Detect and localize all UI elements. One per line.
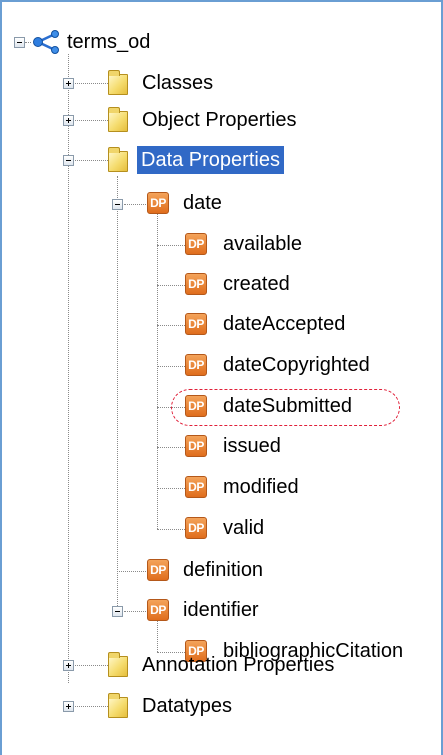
tree-item-object-properties[interactable]: Object Properties: [138, 106, 301, 134]
folder-icon: [108, 107, 128, 132]
tree-item-definition[interactable]: definition: [179, 556, 267, 584]
folder-icon: [108, 652, 128, 677]
tree-connector: [157, 620, 158, 652]
collapse-toggle[interactable]: [63, 155, 74, 166]
tree-connector: [124, 204, 146, 205]
tree-item-classes[interactable]: Classes: [138, 69, 217, 97]
data-property-icon: DP: [185, 395, 207, 417]
tree-item-datatypes[interactable]: Datatypes: [138, 692, 236, 720]
tree-connector: [117, 571, 146, 572]
tree-connector: [157, 285, 185, 286]
tree-item-modified[interactable]: modified: [219, 473, 303, 501]
data-property-icon: DP: [185, 476, 207, 498]
tree-item-date[interactable]: date: [179, 189, 226, 217]
tree-root-label[interactable]: terms_od: [63, 28, 154, 56]
ontology-tree-panel: terms_od Classes Object Properties Data …: [0, 0, 443, 755]
tree-connector: [75, 120, 108, 121]
tree-item-datecopyrighted[interactable]: dateCopyrighted: [219, 351, 374, 379]
tree-item-dateaccepted[interactable]: dateAccepted: [219, 310, 349, 338]
tree-item-identifier[interactable]: identifier: [179, 596, 263, 624]
data-property-icon: DP: [147, 559, 169, 581]
tree-connector: [75, 706, 108, 707]
tree-connector: [68, 54, 69, 683]
tree-connector: [157, 529, 185, 530]
expand-toggle[interactable]: [63, 115, 74, 126]
tree-connector: [75, 160, 108, 161]
collapse-toggle[interactable]: [112, 606, 123, 617]
data-property-icon: DP: [185, 354, 207, 376]
data-property-icon: DP: [185, 313, 207, 335]
data-property-icon: DP: [185, 273, 207, 295]
data-property-icon: DP: [147, 599, 169, 621]
folder-icon: [108, 147, 128, 172]
tree-connector: [157, 212, 158, 529]
tree-connector: [157, 245, 185, 246]
tree-connector: [117, 176, 118, 608]
tree-connector: [75, 83, 108, 84]
ontology-icon: [33, 30, 59, 54]
folder-icon: [108, 70, 128, 95]
tree-item-available[interactable]: available: [219, 230, 306, 258]
tree-connector: [157, 447, 185, 448]
data-property-icon: DP: [185, 517, 207, 539]
expand-toggle[interactable]: [63, 701, 74, 712]
data-property-icon: DP: [185, 233, 207, 255]
tree-connector: [124, 611, 146, 612]
tree-item-valid[interactable]: valid: [219, 514, 268, 542]
tree-connector: [75, 665, 108, 666]
tree-connector: [157, 488, 185, 489]
tree-connector: [25, 42, 31, 43]
folder-icon: [108, 693, 128, 718]
data-property-icon: DP: [147, 192, 169, 214]
panel-border-left: [0, 0, 2, 755]
tree-item-datesubmitted[interactable]: dateSubmitted: [219, 392, 356, 420]
expand-toggle[interactable]: [63, 660, 74, 671]
tree-connector: [157, 407, 185, 408]
tree-connector: [157, 325, 185, 326]
data-property-icon: DP: [185, 435, 207, 457]
collapse-toggle[interactable]: [14, 37, 25, 48]
expand-toggle[interactable]: [63, 78, 74, 89]
tree-item-issued[interactable]: issued: [219, 432, 285, 460]
tree-connector: [157, 366, 185, 367]
tree-item-annotation-properties[interactable]: Annotation Properties: [138, 651, 338, 679]
panel-border-top: [0, 0, 443, 2]
tree-item-data-properties[interactable]: Data Properties: [137, 146, 284, 174]
tree-item-created[interactable]: created: [219, 270, 294, 298]
collapse-toggle[interactable]: [112, 199, 123, 210]
